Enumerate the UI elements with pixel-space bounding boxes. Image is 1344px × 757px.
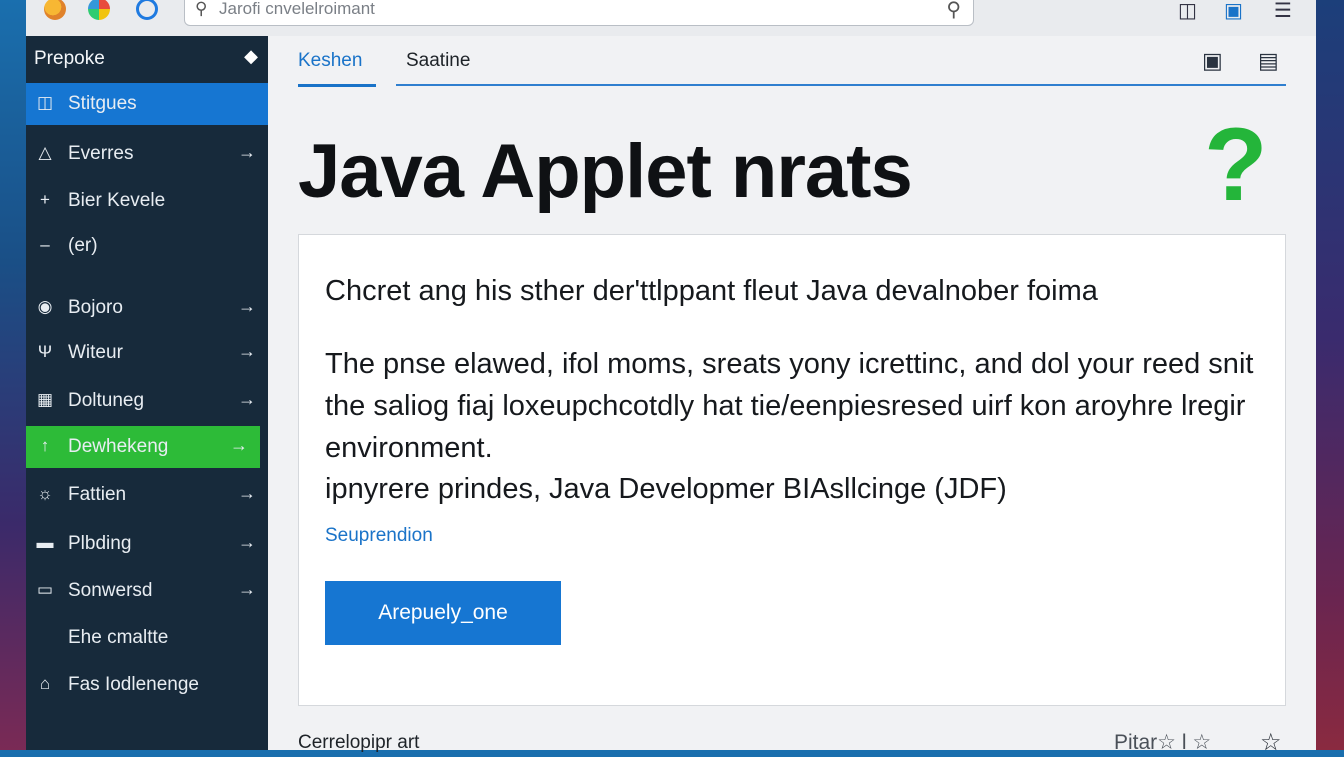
tab-divider: [396, 84, 1286, 86]
footer-label: Cerrelopipr art: [298, 732, 420, 753]
bookmark-icon[interactable]: ◫: [1178, 0, 1197, 23]
truck-icon: ▬: [36, 533, 54, 552]
page-title: Java Applet nrats: [298, 129, 913, 214]
card-subtitle: Chcret ang his sther der'ttlppant fleut …: [325, 275, 1098, 307]
address-bar[interactable]: ⚲ Jarofi cnvelelroimant ⚲: [184, 0, 974, 26]
arrow-right-icon: →: [238, 389, 256, 409]
sidebar-item-label: Plbding: [68, 533, 132, 554]
tab-saatine[interactable]: Saatine: [406, 50, 470, 72]
sidebar-item-witeur[interactable]: Ψ Witeur →: [26, 332, 268, 374]
search-icon[interactable]: ⚲: [946, 0, 961, 22]
sidebar-item-ehe-cmaltte[interactable]: Ehe cmaltte: [26, 617, 268, 659]
app-multicolor-icon[interactable]: [88, 0, 110, 20]
calendar-icon: ▦: [36, 390, 54, 409]
search-icon: ⚲: [195, 0, 208, 18]
display-icon: ◫: [36, 93, 54, 112]
tab-keshen[interactable]: Keshen: [298, 50, 362, 72]
minus-icon: –: [40, 235, 50, 254]
trophy-icon: Ψ: [37, 342, 53, 361]
sidebar-item-label: Witeur: [68, 342, 123, 363]
sidebar-item-label: (er): [68, 235, 98, 256]
sidebar-item-plbding[interactable]: ▬ Plbding →: [26, 523, 268, 565]
star-icon[interactable]: ☆: [1260, 728, 1282, 757]
app-orange-icon[interactable]: [44, 0, 66, 20]
main-content: Keshen Saatine ▣ ▤ Java Applet nrats ? C…: [268, 36, 1316, 756]
bell-icon: △: [38, 143, 52, 162]
home-icon: ⌂: [39, 674, 51, 693]
menu-icon[interactable]: ☰: [1274, 0, 1292, 23]
footer-rating: Pitar☆ l ☆: [1114, 731, 1212, 754]
diamond-icon[interactable]: ◆: [244, 46, 258, 67]
monitor-icon: ▭: [36, 580, 54, 599]
arrow-right-icon: →: [238, 296, 256, 316]
sidebar-item-sonwersd[interactable]: ▭ Sonwersd →: [26, 570, 268, 612]
sidebar-item-label: Ehe cmaltte: [68, 627, 169, 648]
sidebar-title: Prepoke: [34, 48, 105, 69]
sidebar-item-bojoro[interactable]: ◉ Bojoro →: [26, 287, 268, 329]
card-paragraph-2: ipnyrere prindes, Java Developmer BIAsll…: [325, 473, 1007, 505]
browser-toolbar: ⚲ Jarofi cnvelelroimant ⚲ ◫ ▣ ☰: [26, 0, 1316, 37]
arrow-right-icon: →: [238, 579, 256, 599]
sidebar-item-fattien[interactable]: ☼ Fattien →: [26, 474, 268, 516]
card-link[interactable]: Seuprendion: [325, 525, 433, 547]
settings-icon[interactable]: ▤: [1258, 48, 1279, 74]
arrow-right-icon: →: [238, 142, 256, 162]
sidebar-item-label: Fattien: [68, 484, 127, 505]
sidebar-item-dewhekeng[interactable]: ↑ Dewhekeng →: [26, 426, 260, 468]
arrow-right-icon: →: [230, 435, 248, 455]
window-icon[interactable]: ▣: [1224, 0, 1243, 23]
globe-icon: ◉: [37, 297, 53, 316]
sidebar-item-label: Everres: [68, 143, 134, 164]
sidebar-item-label: Bier Kevele: [68, 190, 166, 211]
address-text: Jarofi cnvelelroimant: [219, 0, 375, 18]
arrow-right-icon: →: [238, 532, 256, 552]
sidebar-item-label: Bojoro: [68, 297, 123, 318]
sidebar-item-everres[interactable]: △ Everres →: [26, 133, 268, 175]
plus-icon: +: [40, 190, 50, 209]
upload-icon: ↑: [40, 436, 50, 455]
background-edge: [1316, 0, 1344, 750]
sidebar-item-label: Dewhekeng: [68, 436, 169, 457]
wifi-icon: ☼: [37, 484, 53, 503]
sidebar-item-fas-iodlenenge[interactable]: ⌂ Fas Iodlenenge: [26, 664, 268, 706]
sidebar-item-stitgues[interactable]: ◫ Stitgues: [26, 83, 268, 125]
arrow-right-icon: →: [238, 483, 256, 503]
primary-button[interactable]: Arepuely_one: [325, 581, 561, 645]
tab-bar: Keshen Saatine ▣ ▤: [298, 44, 1288, 88]
sidebar: Prepoke ◆ ◫ Stitgues △ Everres → + Bier …: [26, 36, 268, 750]
active-tab-indicator: [298, 84, 376, 87]
sidebar-item-label: Stitgues: [68, 93, 137, 114]
sidebar-item-bier-kevele[interactable]: + Bier Kevele: [26, 180, 268, 222]
card-paragraph: The pnse elawed, ifol moms, sreats yony …: [325, 348, 1254, 464]
sidebar-item-label: Doltuneg: [68, 390, 145, 411]
reload-icon[interactable]: [136, 0, 158, 20]
content-card: Chcret ang his sther der'ttlppant fleut …: [298, 234, 1286, 706]
sidebar-item-doltuneg[interactable]: ▦ Doltuneg →: [26, 380, 268, 422]
sidebar-item-er[interactable]: – (er): [26, 225, 268, 267]
question-mark-icon: ?: [1204, 107, 1268, 223]
arrow-right-icon: →: [238, 341, 256, 361]
sidebar-header[interactable]: Prepoke ◆: [26, 36, 268, 82]
sidebar-item-label: Sonwersd: [68, 580, 153, 601]
sidebar-item-label: Fas Iodlenenge: [68, 674, 199, 695]
lock-icon[interactable]: ▣: [1202, 48, 1223, 74]
